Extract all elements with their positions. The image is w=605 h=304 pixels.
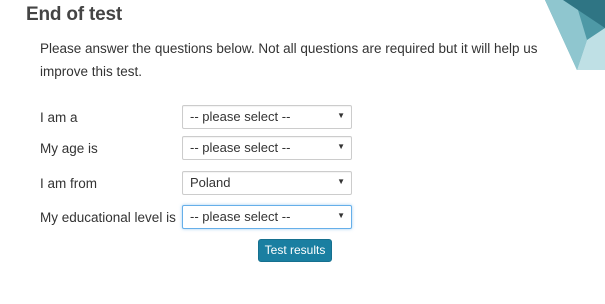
form-row-age: My age is -- please select -- ▼ [40, 136, 360, 160]
country-select[interactable]: Poland ▼ [182, 171, 352, 195]
form-row-education: My educational level is -- please select… [40, 205, 360, 229]
age-select-value: -- please select -- [190, 140, 291, 155]
country-label: I am from [40, 176, 98, 191]
country-select-value: Poland [190, 175, 231, 190]
page-title: End of test [26, 4, 122, 25]
education-select-value: -- please select -- [190, 209, 291, 224]
form-row-country: I am from Poland ▼ [40, 171, 360, 195]
form-row-role: I am a -- please select -- ▼ [40, 105, 360, 129]
caret-down-icon: ▼ [337, 111, 345, 120]
age-label: My age is [40, 141, 98, 156]
role-select[interactable]: -- please select -- ▼ [182, 105, 352, 129]
caret-down-icon: ▼ [337, 211, 345, 220]
education-label: My educational level is [40, 210, 176, 225]
caret-down-icon: ▼ [337, 177, 345, 186]
test-results-button[interactable]: Test results [258, 239, 332, 262]
role-select-value: -- please select -- [190, 109, 291, 124]
intro-text: Please answer the questions below. Not a… [40, 41, 538, 79]
role-label: I am a [40, 110, 78, 125]
caret-down-icon: ▼ [337, 142, 345, 151]
education-select[interactable]: -- please select -- ▼ [182, 205, 352, 229]
age-select[interactable]: -- please select -- ▼ [182, 136, 352, 160]
